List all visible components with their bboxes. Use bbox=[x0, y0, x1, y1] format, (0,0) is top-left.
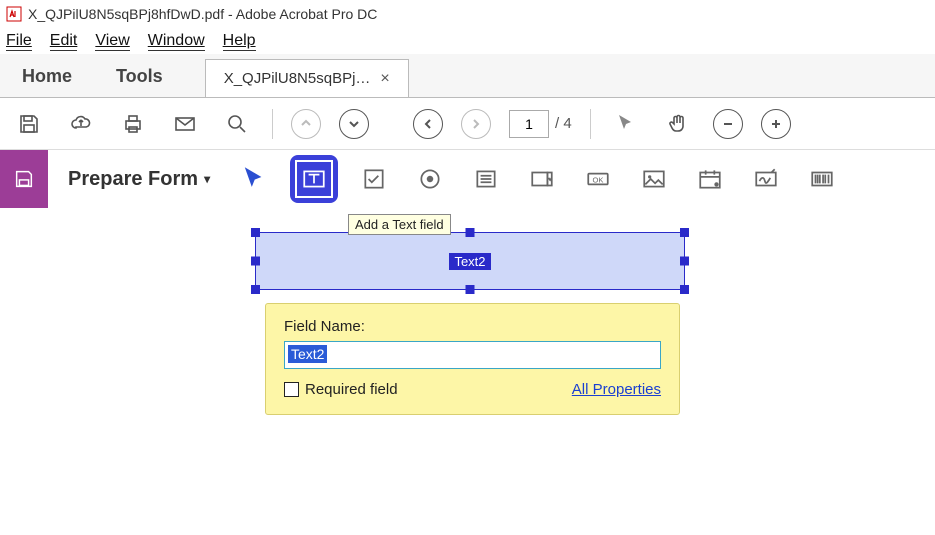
field-name-input[interactable] bbox=[284, 341, 661, 369]
dropdown-tool-icon[interactable] bbox=[522, 159, 562, 199]
barcode-tool-icon[interactable] bbox=[802, 159, 842, 199]
main-toolbar: / 4 bbox=[0, 98, 935, 150]
prepare-form-dropdown[interactable]: Prepare Form ▾ bbox=[48, 168, 234, 191]
resize-handle[interactable] bbox=[680, 285, 689, 294]
zoom-out-icon[interactable] bbox=[713, 109, 743, 139]
save-form-icon[interactable] bbox=[0, 150, 48, 208]
radio-tool-icon[interactable] bbox=[410, 159, 450, 199]
app-icon bbox=[6, 6, 22, 22]
print-icon[interactable] bbox=[116, 107, 150, 141]
field-properties-panel: Field Name: Text2 Required field All Pro… bbox=[265, 303, 680, 415]
resize-handle[interactable] bbox=[466, 285, 475, 294]
page-next-icon[interactable] bbox=[461, 109, 491, 139]
svg-text:OK: OK bbox=[593, 175, 604, 184]
hand-tool-icon[interactable] bbox=[661, 107, 695, 141]
chevron-down-icon: ▾ bbox=[204, 172, 210, 186]
menu-edit[interactable]: Edit bbox=[50, 32, 78, 50]
resize-handle[interactable] bbox=[466, 228, 475, 237]
tab-home[interactable]: Home bbox=[0, 56, 94, 97]
form-tools: OK bbox=[234, 155, 842, 203]
tooltip: Add a Text field bbox=[348, 214, 451, 235]
text-field-tool-icon[interactable] bbox=[290, 155, 338, 203]
tabs-row: Home Tools X_QJPilU8N5sqBPj… × bbox=[0, 54, 935, 98]
form-toolbar: Prepare Form ▾ OK bbox=[0, 150, 935, 208]
form-field-selection[interactable]: Text2 bbox=[255, 232, 685, 290]
page-total-label: / 4 bbox=[555, 115, 572, 132]
selection-tool-icon[interactable] bbox=[234, 159, 274, 199]
field-name-label: Field Name: bbox=[284, 318, 661, 335]
tab-document[interactable]: X_QJPilU8N5sqBPj… × bbox=[205, 59, 409, 97]
page-indicator: / 4 bbox=[509, 110, 572, 138]
separator bbox=[590, 109, 591, 139]
tab-close-icon[interactable]: × bbox=[380, 70, 389, 88]
image-field-tool-icon[interactable] bbox=[634, 159, 674, 199]
search-icon[interactable] bbox=[220, 107, 254, 141]
required-field-checkbox[interactable]: Required field bbox=[284, 381, 398, 398]
tab-document-label: X_QJPilU8N5sqBPj… bbox=[224, 70, 371, 87]
save-icon[interactable] bbox=[12, 107, 46, 141]
mail-icon[interactable] bbox=[168, 107, 202, 141]
resize-handle[interactable] bbox=[251, 285, 260, 294]
menubar: File Edit View Window Help bbox=[0, 28, 935, 54]
date-field-tool-icon[interactable] bbox=[690, 159, 730, 199]
cloud-icon[interactable] bbox=[64, 107, 98, 141]
resize-handle[interactable] bbox=[680, 257, 689, 266]
document-canvas[interactable]: Add a Text field Text2 Field Name: Text2… bbox=[0, 208, 935, 531]
menu-window[interactable]: Window bbox=[148, 32, 205, 50]
button-tool-icon[interactable]: OK bbox=[578, 159, 618, 199]
resize-handle[interactable] bbox=[251, 228, 260, 237]
page-number-input[interactable] bbox=[509, 110, 549, 138]
select-tool-icon[interactable] bbox=[609, 107, 643, 141]
menu-help[interactable]: Help bbox=[223, 32, 256, 50]
menu-view[interactable]: View bbox=[95, 32, 129, 50]
checkbox-icon bbox=[284, 382, 299, 397]
window-title: X_QJPilU8N5sqBPj8hfDwD.pdf - Adobe Acrob… bbox=[28, 6, 377, 22]
page-down-icon[interactable] bbox=[339, 109, 369, 139]
titlebar: X_QJPilU8N5sqBPj8hfDwD.pdf - Adobe Acrob… bbox=[0, 0, 935, 28]
resize-handle[interactable] bbox=[680, 228, 689, 237]
separator bbox=[272, 109, 273, 139]
all-properties-link[interactable]: All Properties bbox=[572, 381, 661, 398]
menu-file[interactable]: File bbox=[6, 32, 32, 50]
signature-tool-icon[interactable] bbox=[746, 159, 786, 199]
form-field-label: Text2 bbox=[449, 253, 490, 270]
prepare-form-label: Prepare Form bbox=[68, 168, 198, 191]
list-box-tool-icon[interactable] bbox=[466, 159, 506, 199]
zoom-in-icon[interactable] bbox=[761, 109, 791, 139]
checkbox-tool-icon[interactable] bbox=[354, 159, 394, 199]
page-up-icon[interactable] bbox=[291, 109, 321, 139]
tab-tools[interactable]: Tools bbox=[94, 56, 185, 97]
required-field-label: Required field bbox=[305, 381, 398, 398]
page-prev-icon[interactable] bbox=[413, 109, 443, 139]
resize-handle[interactable] bbox=[251, 257, 260, 266]
